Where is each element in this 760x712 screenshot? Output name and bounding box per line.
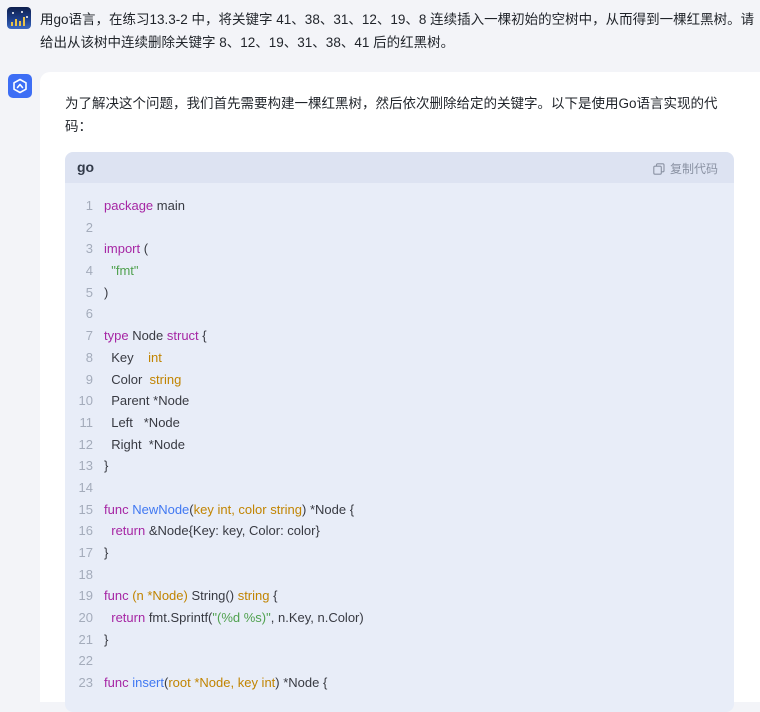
user-message: 用go语言，在练习13.3-2 中，将关键字 41、38、31、12、19、8 … xyxy=(0,0,760,70)
code-line: 16 return &Node{Key: key, Color: color} xyxy=(65,520,734,542)
code-line: 8 Key int xyxy=(65,347,734,369)
code-text: type Node struct { xyxy=(104,328,207,344)
code-text: func (n *Node) String() string { xyxy=(104,588,278,604)
code-block: go 复制代码 1 package main 2 3 import (4 "fmt" 5)… xyxy=(65,152,734,712)
code-line: 3 import ( xyxy=(65,238,734,260)
code-text: ) xyxy=(104,284,109,300)
answer-intro: 为了解决这个问题，我们首先需要构建一棵红黑树，然后依次删除给定的关键字。以下是使… xyxy=(65,96,718,134)
code-line: 14 xyxy=(65,477,734,499)
code-line: 13} xyxy=(65,455,734,477)
code-text: } xyxy=(104,458,109,474)
code-text: package main xyxy=(104,198,185,213)
line-number: 10 xyxy=(78,393,93,409)
code-text: import ( xyxy=(104,241,149,257)
line-number: 18 xyxy=(78,566,93,582)
code-text: Color string xyxy=(104,371,182,387)
code-line: 12 Right *Node xyxy=(65,434,734,456)
code-line: 1 package main xyxy=(65,195,734,217)
code-line: 10 Parent *Node xyxy=(65,390,734,412)
line-number: 9 xyxy=(85,371,93,387)
line-number: 17 xyxy=(78,545,93,560)
code-header: go 复制代码 xyxy=(65,152,734,183)
code-lines: 1 package main 2 3 import (4 "fmt" 5) 6 7 type N… xyxy=(65,195,734,694)
question-text: 用go语言，在练习13.3-2 中，将关键字 41、38、31、12、19、8 … xyxy=(40,12,755,50)
code-text: func NewNode(key int, color string) *Nod… xyxy=(104,501,355,517)
code-line: 6 xyxy=(65,303,734,325)
line-number: 6 xyxy=(85,306,93,322)
line-number: 8 xyxy=(85,349,93,365)
code-line: 22 xyxy=(65,650,734,672)
user-avatar[interactable] xyxy=(7,7,31,29)
code-line: 21} xyxy=(65,629,734,651)
line-number: 3 xyxy=(85,241,93,257)
code-line: 20 return fmt.Sprintf("(%d %s)", n.Key, … xyxy=(65,607,734,629)
line-number: 12 xyxy=(78,436,93,452)
code-language-label: go xyxy=(77,159,95,175)
assistant-logo-icon xyxy=(13,78,27,94)
assistant-avatar xyxy=(8,74,32,98)
code-text: return &Node{Key: key, Color: color} xyxy=(111,523,320,539)
code-line: 2 xyxy=(65,217,734,239)
code-line: 4 "fmt" xyxy=(65,260,734,282)
line-number: 4 xyxy=(85,263,93,279)
line-number: 2 xyxy=(85,219,93,235)
code-line: 15 func NewNode(key int, color string) *N… xyxy=(65,499,734,521)
copy-code-label: 复制代码 xyxy=(669,162,718,176)
code-text: Parent *Node xyxy=(104,393,190,409)
assistant-message: 为了解决这个问题，我们首先需要构建一棵红黑树，然后依次删除给定的关键字。以下是使… xyxy=(40,72,760,712)
code-line: 9 Color string xyxy=(65,369,734,391)
line-number: 11 xyxy=(79,414,94,430)
code-line: 11 Left *Node xyxy=(65,412,734,434)
line-number: 13 xyxy=(78,458,93,474)
code-text: Left *Node xyxy=(104,414,180,430)
line-number: 5 xyxy=(85,284,93,300)
line-number: 1 xyxy=(85,198,93,213)
code-line: 7 type Node struct { xyxy=(65,325,734,347)
code-text: } xyxy=(104,545,109,560)
line-number: 20 xyxy=(78,610,93,626)
line-number: 21 xyxy=(78,631,93,647)
line-number: 19 xyxy=(78,588,93,604)
line-number: 7 xyxy=(85,328,93,344)
line-number: 22 xyxy=(78,653,93,669)
copy-icon xyxy=(653,162,665,175)
code-line: 19 func (n *Node) String() string { xyxy=(65,585,734,607)
copy-code-button[interactable]: 复制代码 xyxy=(653,160,718,177)
code-line: 17} xyxy=(65,542,734,564)
code-text: Key int xyxy=(104,349,162,365)
code-line: 5) xyxy=(65,282,734,304)
code-text: return fmt.Sprintf("(%d %s)", n.Key, n.C… xyxy=(111,610,364,626)
code-line: 18 xyxy=(65,564,734,586)
code-text: func insert(root *Node, key int) *Node { xyxy=(104,675,328,691)
code-text: "fmt" xyxy=(111,263,139,279)
line-number: 16 xyxy=(78,523,93,539)
code-text: Right *Node xyxy=(104,436,185,452)
line-number: 14 xyxy=(78,479,93,495)
line-number: 15 xyxy=(78,501,93,517)
code-text: } xyxy=(104,631,109,647)
code-line: 23 func insert(root *Node, key int) *Node… xyxy=(65,672,734,694)
line-number: 23 xyxy=(78,675,93,691)
